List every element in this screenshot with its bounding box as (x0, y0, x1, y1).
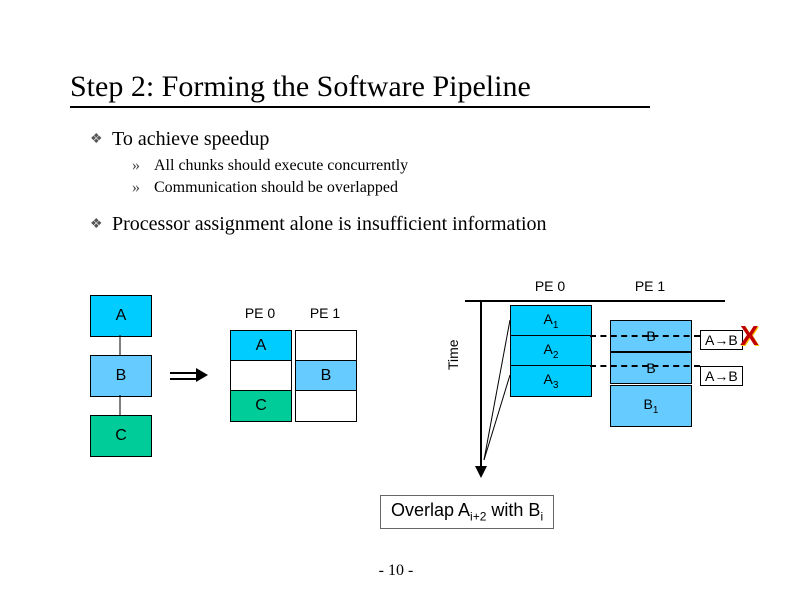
page-number: - 10 - (0, 562, 792, 580)
left-col-pe0: PE 0 (230, 305, 290, 321)
bullet-1a: » All chunks should execute concurrently (132, 155, 547, 177)
tag-ab-1: A→B (700, 330, 743, 350)
red-x-icon: X (740, 320, 759, 352)
chevron-icon: » (132, 155, 154, 177)
left-vert-edges-icon (85, 295, 155, 465)
bullet-2: ❖ Processor assignment alone is insuffic… (90, 210, 547, 238)
tbl-c: C (230, 390, 292, 422)
bullet-1b: » Communication should be overlapped (132, 177, 547, 199)
bullet-1: ❖ To achieve speedup (90, 125, 547, 153)
timeline-diag-icon (440, 280, 700, 480)
overlap-caption: Overlap Ai+2 with Bi (380, 495, 554, 529)
diamond-icon: ❖ (90, 125, 112, 150)
bullet-1b-text: Communication should be overlapped (154, 177, 398, 199)
tbl-a: A (230, 330, 292, 362)
tbl-b-empty (230, 360, 292, 392)
tag-ab-2: A→B (700, 366, 743, 386)
left-col-pe1: PE 1 (295, 305, 355, 321)
chevron-icon: » (132, 177, 154, 199)
bullet-1a-text: All chunks should execute concurrently (154, 155, 408, 177)
bullet-block: ❖ To achieve speedup » All chunks should… (90, 125, 547, 240)
overlap-caption-text: Overlap Ai+2 with Bi (391, 500, 543, 520)
bullet-2-text: Processor assignment alone is insufficie… (112, 210, 547, 238)
tbl-b: B (295, 360, 357, 392)
slide-title: Step 2: Forming the Software Pipeline (70, 70, 650, 108)
tbl-a-empty (295, 330, 357, 362)
tbl-c-empty (295, 390, 357, 422)
bullet-1-text: To achieve speedup (112, 125, 269, 153)
diamond-icon: ❖ (90, 210, 112, 235)
